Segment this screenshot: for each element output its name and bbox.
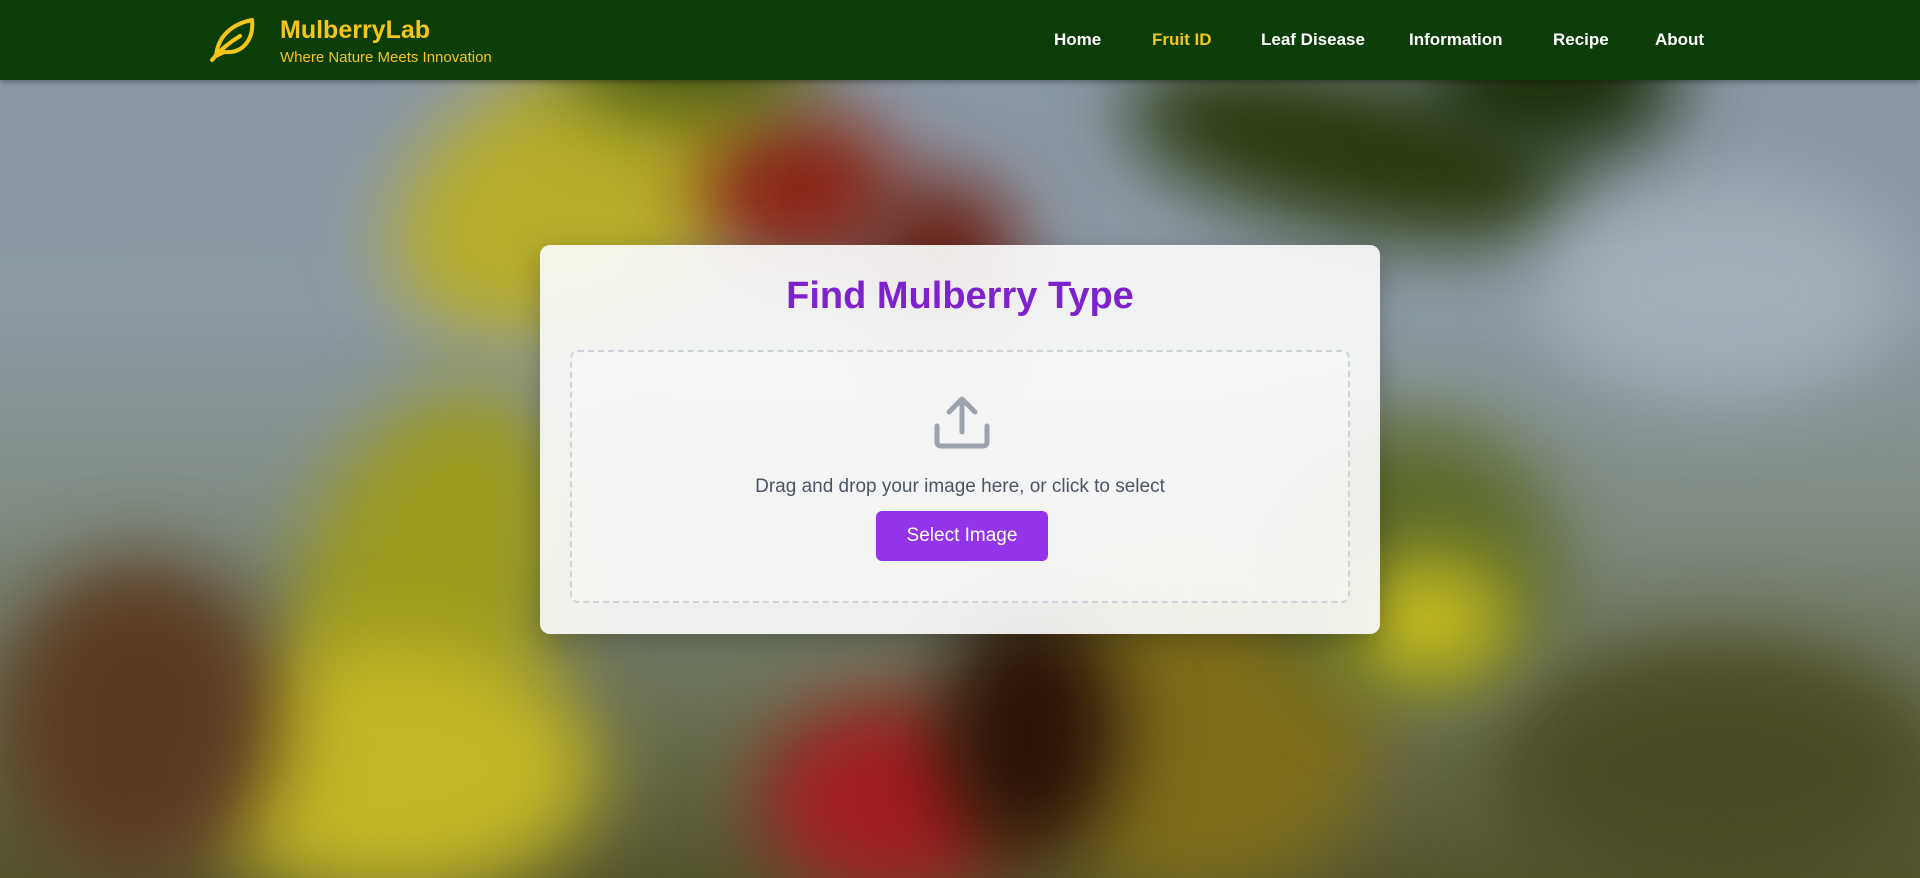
page-title: Find Mulberry Type	[786, 275, 1134, 317]
nav-recipe[interactable]: Recipe	[1553, 30, 1609, 50]
brand-tagline: Where Nature Meets Innovation	[280, 49, 492, 66]
nav-fruit-id[interactable]: Fruit ID	[1152, 30, 1212, 50]
nav-information[interactable]: Information	[1409, 30, 1503, 50]
nav-home[interactable]: Home	[1054, 30, 1101, 50]
upload-icon	[933, 394, 991, 450]
dropzone-instruction: Drag and drop your image here, or click …	[755, 476, 1165, 497]
fruit-id-card: Find Mulberry Type Drag and drop your im…	[540, 245, 1380, 634]
image-dropzone[interactable]: Drag and drop your image here, or click …	[570, 350, 1350, 603]
nav-about[interactable]: About	[1655, 30, 1704, 50]
site-header: MulberryLab Where Nature Meets Innovatio…	[0, 0, 1920, 80]
leaf-icon[interactable]	[208, 14, 258, 62]
select-image-button[interactable]: Select Image	[876, 511, 1048, 561]
brand-name[interactable]: MulberryLab	[280, 16, 430, 45]
nav-leaf-disease[interactable]: Leaf Disease	[1261, 30, 1365, 50]
